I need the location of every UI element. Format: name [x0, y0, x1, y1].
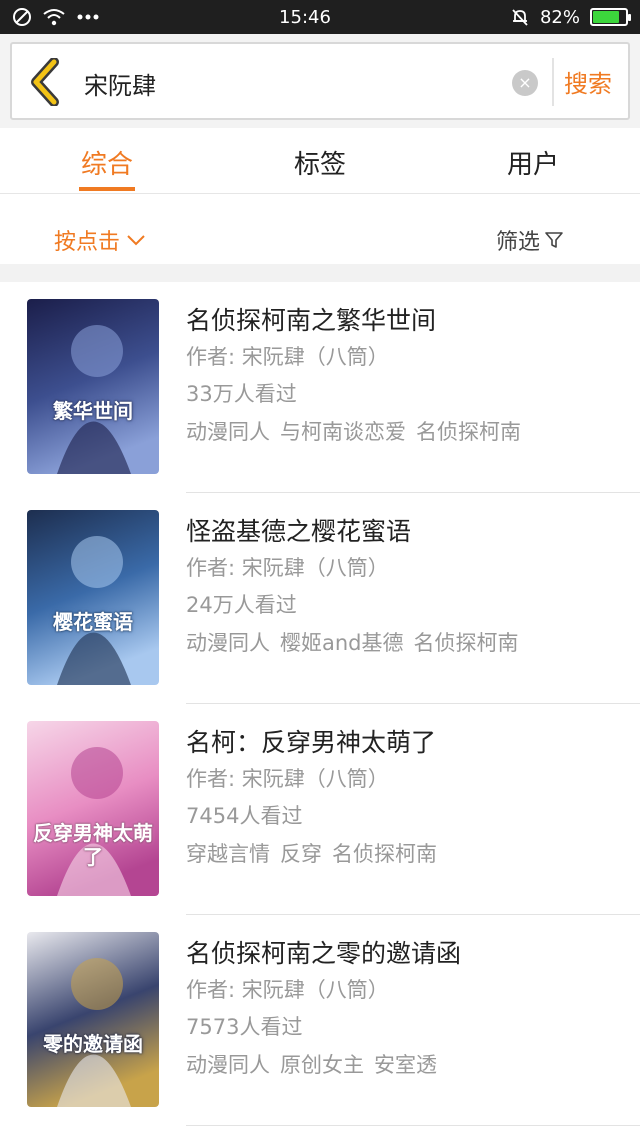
status-bar-left: [12, 7, 100, 27]
result-tabs: 综合 标签 用户: [0, 128, 640, 194]
book-title[interactable]: 名侦探柯南之繁华世间: [186, 301, 436, 337]
list-item[interactable]: 樱花蜜语 怪盗基德之樱花蜜语 作者: 宋阮肆（八筒） 24万人看过 动漫同人 樱姬…: [0, 493, 640, 704]
wifi-icon: [43, 9, 65, 26]
book-tag[interactable]: 安室透: [374, 1049, 437, 1079]
book-views: 24万人看过: [186, 593, 297, 617]
search-divider: [552, 58, 554, 106]
filter-label: 筛选: [496, 230, 541, 255]
more-dots-icon: [77, 14, 99, 20]
book-cover[interactable]: 零的邀请函: [27, 932, 159, 1107]
book-tag[interactable]: 原创女主: [280, 1049, 364, 1079]
book-cover[interactable]: 反穿男神太萌了: [27, 721, 159, 896]
filter-button[interactable]: 筛选: [496, 224, 564, 256]
book-tag[interactable]: 名侦探柯南: [332, 838, 437, 868]
book-tag[interactable]: 反穿: [280, 838, 322, 868]
status-bar-right: 82%: [510, 6, 631, 28]
tab-users[interactable]: 用户: [473, 144, 593, 181]
section-separator: [0, 264, 640, 282]
book-tag[interactable]: 穿越言情: [186, 838, 270, 868]
sort-dropdown[interactable]: 按点击: [54, 224, 146, 256]
cover-title: 樱花蜜语: [53, 610, 133, 634]
search-input[interactable]: 宋阮肆: [84, 66, 156, 101]
list-item[interactable]: 反穿男神太萌了 名柯：反穿男神太萌了 作者: 宋阮肆（八筒） 7454人看过 穿…: [0, 704, 640, 915]
back-chevron-icon[interactable]: [26, 58, 66, 106]
book-tags: 动漫同人 樱姬and基德 名侦探柯南: [186, 627, 519, 657]
book-cover[interactable]: 樱花蜜语: [27, 510, 159, 685]
result-list: 繁华世间 名侦探柯南之繁华世间 作者: 宋阮肆（八筒） 33万人看过 动漫同人与…: [0, 282, 640, 1126]
book-tag[interactable]: 名侦探柯南: [416, 416, 521, 446]
chevron-down-icon: [127, 235, 145, 246]
book-tag[interactable]: 动漫同人: [186, 1049, 270, 1079]
book-author: 作者: 宋阮肆（八筒）: [186, 767, 389, 791]
book-tag[interactable]: 动漫同人: [186, 627, 270, 657]
search-box: 宋阮肆 × 搜索: [10, 42, 630, 120]
funnel-icon: [545, 232, 563, 248]
sort-label: 按点击: [54, 230, 121, 255]
book-tags: 穿越言情 反穿 名侦探柯南: [186, 838, 437, 868]
status-bar: 15:46 82%: [0, 0, 640, 34]
book-views: 33万人看过: [186, 382, 297, 406]
book-cover[interactable]: 繁华世间: [27, 299, 159, 474]
search-button[interactable]: 搜索: [564, 64, 612, 99]
list-item[interactable]: 繁华世间 名侦探柯南之繁华世间 作者: 宋阮肆（八筒） 33万人看过 动漫同人与…: [0, 282, 640, 493]
book-tags: 动漫同人 与柯南谈恋爱 名侦探柯南: [186, 416, 521, 446]
clear-search-button[interactable]: ×: [512, 70, 538, 96]
cover-title: 繁华世间: [53, 399, 133, 423]
active-tab-indicator: [79, 187, 135, 191]
battery-percent: 82%: [539, 6, 580, 28]
search-header: 宋阮肆 × 搜索: [0, 34, 640, 128]
book-views: 7573人看过: [186, 1015, 303, 1039]
book-tag[interactable]: 樱姬and基德: [280, 627, 404, 657]
book-tag[interactable]: 与柯南谈恋爱: [280, 416, 406, 446]
list-item[interactable]: 零的邀请函 名侦探柯南之零的邀请函 作者: 宋阮肆（八筒） 7573人看过 动漫…: [0, 915, 640, 1126]
book-tags: 动漫同人 原创女主 安室透: [186, 1049, 437, 1079]
status-time: 15:46: [279, 6, 331, 28]
book-title[interactable]: 名侦探柯南之零的邀请函: [186, 934, 461, 970]
tab-comprehensive[interactable]: 综合: [47, 144, 167, 181]
book-tag[interactable]: 动漫同人: [186, 416, 270, 446]
cover-title: 反穿男神太萌了: [33, 821, 153, 869]
cover-title: 零的邀请函: [43, 1032, 143, 1056]
book-title[interactable]: 怪盗基德之樱花蜜语: [186, 512, 411, 548]
tab-tags[interactable]: 标签: [260, 144, 380, 181]
book-title[interactable]: 名柯：反穿男神太萌了: [186, 723, 436, 759]
book-views: 7454人看过: [186, 804, 303, 828]
filter-bar: 按点击 筛选: [0, 194, 640, 264]
mute-bell-icon: [512, 9, 528, 26]
book-author: 作者: 宋阮肆（八筒）: [186, 556, 389, 580]
no-sim-icon: [13, 8, 31, 26]
battery-icon: [589, 8, 631, 26]
book-author: 作者: 宋阮肆（八筒）: [186, 978, 389, 1002]
battery-level: [592, 11, 620, 23]
item-divider: [186, 1125, 640, 1126]
book-tag[interactable]: 名侦探柯南: [414, 627, 519, 657]
book-author: 作者: 宋阮肆（八筒）: [186, 345, 389, 369]
